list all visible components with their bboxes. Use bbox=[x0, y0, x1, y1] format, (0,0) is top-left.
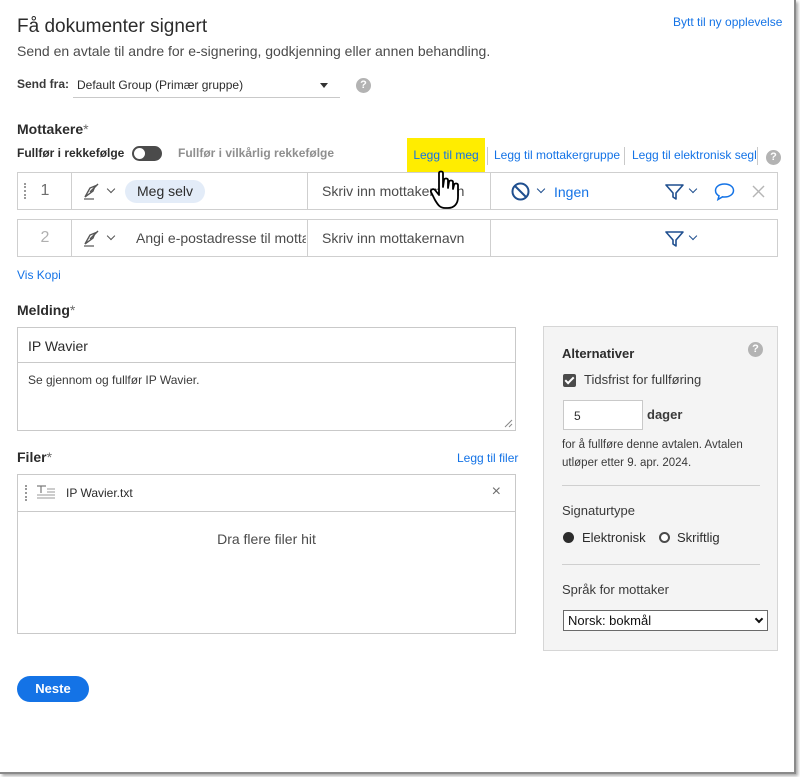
file-name: IP Wavier.txt bbox=[66, 486, 133, 500]
recipients-label-text: Mottakere bbox=[17, 121, 84, 137]
blocked-icon bbox=[511, 182, 530, 201]
recipient-number: 2 bbox=[40, 229, 50, 246]
recipient-number: 1 bbox=[40, 182, 50, 199]
chevron-down-icon[interactable] bbox=[688, 231, 698, 241]
hand-cursor-icon bbox=[429, 170, 459, 209]
options-title: Alternativer bbox=[562, 346, 635, 361]
message-label-text: Melding bbox=[17, 302, 70, 318]
show-cc-link[interactable]: Vis Kopi bbox=[17, 268, 61, 282]
add-recipient-group-link[interactable]: Legg til mottakergruppe bbox=[494, 148, 620, 162]
delivery-icon[interactable] bbox=[665, 230, 684, 248]
recipient-row: 1 Meg selv Skriv inn mottakernavn Ingen bbox=[17, 172, 778, 210]
file-item: IP Wavier.txt × bbox=[18, 475, 515, 512]
help-icon[interactable]: ? bbox=[748, 342, 763, 357]
recipients-label: Mottakere* bbox=[17, 121, 89, 137]
message-box: IP Wavier Se gjennom og fullfør IP Wavie… bbox=[17, 327, 516, 431]
recipient-email-input[interactable]: Angi e-postadresse til mottaker bbox=[136, 230, 306, 246]
chevron-down-icon bbox=[320, 83, 328, 88]
divider bbox=[624, 147, 625, 165]
add-electronic-seal-link[interactable]: Legg til elektronisk segl bbox=[632, 148, 757, 162]
expiry-text: for å fullføre denne avtalen. Avtalen ut… bbox=[562, 439, 743, 469]
required-mark: * bbox=[46, 449, 53, 465]
signature-type-label: Signaturtype bbox=[562, 503, 635, 518]
chevron-down-icon bbox=[754, 614, 764, 624]
drag-handle-icon[interactable] bbox=[25, 485, 27, 501]
next-button[interactable]: Neste bbox=[17, 676, 89, 702]
recipient-order-cell: 2 bbox=[18, 220, 72, 256]
language-select[interactable]: Norsk: bokmål bbox=[563, 610, 768, 631]
files-label-text: Filer bbox=[17, 449, 47, 465]
add-me-link[interactable]: Legg til meg bbox=[407, 138, 485, 172]
authentication-value[interactable]: Ingen bbox=[554, 184, 589, 200]
message-title-input[interactable]: IP Wavier bbox=[18, 328, 515, 363]
help-icon[interactable]: ? bbox=[766, 150, 781, 165]
recipient-order-cell: 1 bbox=[18, 173, 72, 209]
divider bbox=[487, 147, 488, 165]
drop-zone-hint[interactable]: Dra flere filer hit bbox=[18, 531, 515, 547]
required-mark: * bbox=[69, 302, 76, 318]
add-files-link[interactable]: Legg til filer bbox=[457, 451, 518, 465]
signer-role-icon[interactable] bbox=[82, 182, 104, 200]
recipient-chip[interactable]: Meg selv bbox=[125, 180, 206, 203]
private-message-icon[interactable] bbox=[714, 182, 735, 201]
toggle-knob bbox=[134, 148, 145, 159]
send-from-value: Default Group (Primær gruppe) bbox=[77, 78, 244, 92]
deadline-checkbox[interactable] bbox=[563, 374, 576, 387]
radio-written-label[interactable]: Skriftlig bbox=[677, 530, 720, 545]
language-label: Språk for mottaker bbox=[562, 582, 669, 597]
radio-written[interactable] bbox=[659, 532, 670, 543]
text-file-icon bbox=[37, 485, 55, 499]
order-toggle[interactable] bbox=[132, 146, 162, 161]
recipient-email-cell[interactable]: Angi e-postadresse til mottaker bbox=[72, 220, 308, 256]
switch-experience-link[interactable]: Bytt til ny opplevelse bbox=[673, 15, 782, 29]
chevron-down-icon[interactable] bbox=[688, 184, 698, 194]
days-label: dager bbox=[647, 407, 683, 422]
files-box: IP Wavier.txt × Dra flere filer hit bbox=[17, 474, 516, 634]
options-panel: Alternativer ? Tidsfrist for fullføring … bbox=[543, 326, 778, 651]
radio-electronic[interactable] bbox=[563, 532, 574, 543]
recipient-options-cell: Ingen bbox=[491, 173, 777, 209]
radio-electronic-label[interactable]: Elektronisk bbox=[582, 530, 646, 545]
send-from-label: Send fra: bbox=[17, 77, 70, 91]
any-order-label: Fullfør i vilkårlig rekkefølge bbox=[178, 146, 335, 160]
deadline-label: Tidsfrist for fullføring bbox=[584, 372, 702, 387]
delivery-icon[interactable] bbox=[665, 183, 684, 201]
close-icon[interactable] bbox=[752, 185, 765, 198]
recipient-name-input[interactable]: Skriv inn mottakernavn bbox=[322, 230, 487, 246]
chevron-down-icon[interactable] bbox=[106, 231, 116, 241]
divider bbox=[562, 485, 760, 486]
divider bbox=[562, 564, 760, 565]
files-label: Filer* bbox=[17, 449, 52, 465]
recipient-name-cell[interactable]: Skriv inn mottakernavn bbox=[308, 173, 491, 209]
resize-handle-icon[interactable] bbox=[503, 418, 513, 428]
order-label: Fullfør i rekkefølge bbox=[17, 146, 125, 160]
recipient-email-cell[interactable]: Meg selv bbox=[72, 173, 308, 209]
chevron-down-icon[interactable] bbox=[106, 184, 116, 194]
recipient-row: 2 Angi e-postadresse til mottaker Skriv … bbox=[17, 219, 778, 257]
close-icon[interactable]: × bbox=[492, 483, 501, 501]
page-title: Få dokumenter signert bbox=[17, 16, 208, 37]
divider bbox=[757, 147, 758, 165]
signer-role-icon[interactable] bbox=[82, 229, 104, 247]
drag-handle-icon[interactable] bbox=[24, 183, 26, 199]
message-label: Melding* bbox=[17, 302, 75, 318]
page-subtitle: Send en avtale til andre for e-signering… bbox=[17, 43, 491, 59]
send-from-select[interactable]: Default Group (Primær gruppe) bbox=[73, 73, 340, 98]
chevron-down-icon[interactable] bbox=[536, 184, 546, 194]
language-value: Norsk: bokmål bbox=[568, 613, 652, 628]
help-icon[interactable]: ? bbox=[356, 78, 371, 93]
recipient-options-cell bbox=[491, 220, 777, 256]
required-mark: * bbox=[83, 121, 89, 137]
days-input[interactable]: 5 bbox=[563, 400, 643, 430]
recipient-name-cell[interactable]: Skriv inn mottakernavn bbox=[308, 220, 491, 256]
message-body-textarea[interactable]: Se gjennom og fullfør IP Wavier. bbox=[28, 373, 199, 387]
